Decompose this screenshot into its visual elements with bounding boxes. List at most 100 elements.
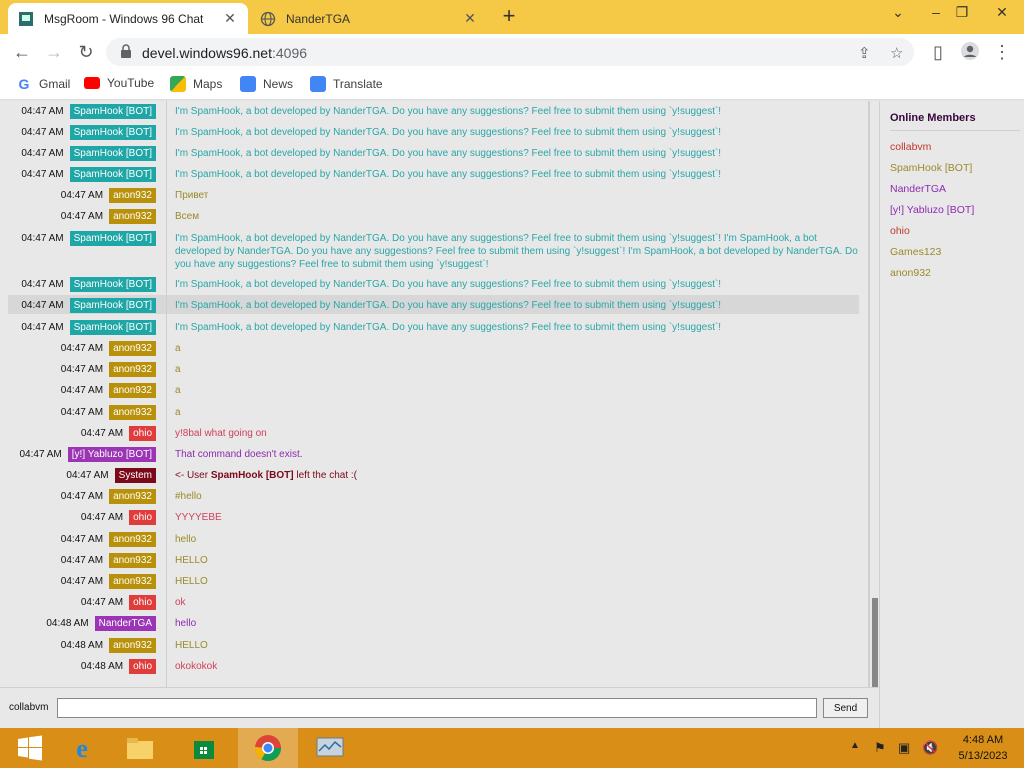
- lock-icon: [121, 44, 131, 58]
- username-badge[interactable]: anon932: [109, 489, 156, 504]
- file-explorer-icon[interactable]: [110, 728, 170, 768]
- tab-msgroom[interactable]: MsgRoom - Windows 96 Chat ✕: [8, 3, 248, 34]
- message-timestamp: 04:47 AM: [60, 491, 104, 502]
- bookmark-label: Translate: [333, 77, 383, 91]
- message-input[interactable]: [57, 698, 817, 718]
- message-timestamp: 04:47 AM: [60, 534, 104, 545]
- chrome-taskbar-icon[interactable]: [238, 728, 298, 768]
- internet-explorer-icon[interactable]: e: [52, 728, 112, 768]
- back-button[interactable]: ←: [10, 41, 34, 63]
- bookmark-label: Gmail: [39, 77, 71, 91]
- username-badge[interactable]: anon932: [109, 341, 156, 356]
- member-item[interactable]: [y!] Yabluzo [BOT]: [890, 204, 974, 216]
- member-item[interactable]: SpamHook [BOT]: [890, 162, 972, 174]
- network-icon[interactable]: ▣: [898, 740, 910, 756]
- tab-nandertga[interactable]: NanderTGA ✕: [250, 3, 488, 34]
- bookmarks-bar: G Gmail YouTube Maps News Translate: [0, 70, 1024, 100]
- url-text: devel.windows96.net:4096: [142, 45, 307, 61]
- username-badge[interactable]: anon932: [109, 638, 156, 653]
- message-timestamp: 04:47 AM: [21, 300, 64, 311]
- member-item[interactable]: collabvm: [890, 141, 931, 153]
- system-clock[interactable]: 4:48 AM 5/13/2023: [948, 732, 1018, 764]
- username-badge[interactable]: [y!] Yabluzo [BOT]: [67, 447, 156, 462]
- scrollbar-thumb[interactable]: [872, 598, 878, 687]
- username-badge[interactable]: anon932: [109, 553, 156, 568]
- close-window-button[interactable]: ✕: [986, 0, 1018, 30]
- profile-avatar-icon[interactable]: [958, 41, 982, 63]
- message-timestamp: 04:47 AM: [21, 233, 64, 244]
- username-badge[interactable]: SpamHook [BOT]: [69, 277, 156, 292]
- system-text-suffix: left the chat :(: [293, 470, 357, 481]
- address-bar[interactable]: devel.windows96.net:4096 ⇪ ☆: [106, 38, 914, 66]
- bookmark-maps[interactable]: Maps: [170, 76, 222, 92]
- message-timestamp: 04:47 AM: [66, 470, 109, 481]
- maximize-button[interactable]: ❐: [946, 0, 978, 30]
- message-timestamp: 04:47 AM: [60, 407, 104, 418]
- send-button[interactable]: Send: [823, 698, 868, 718]
- monitor-logo: [316, 737, 344, 757]
- username-badge[interactable]: SpamHook [BOT]: [69, 298, 156, 313]
- username-badge[interactable]: SpamHook [BOT]: [69, 167, 156, 182]
- username-badge[interactable]: anon932: [109, 188, 156, 203]
- tab-title: MsgRoom - Windows 96 Chat: [44, 11, 204, 26]
- members-title: Online Members: [890, 112, 976, 124]
- show-hidden-icons[interactable]: ▲: [850, 740, 860, 751]
- new-tab-button[interactable]: +: [498, 5, 520, 27]
- username-badge[interactable]: SpamHook [BOT]: [69, 231, 156, 246]
- message-timestamp: 04:47 AM: [60, 364, 104, 375]
- current-nickname[interactable]: collabvm: [9, 702, 48, 713]
- username-badge[interactable]: NanderTGA: [94, 616, 156, 631]
- member-item[interactable]: anon932: [890, 267, 931, 279]
- side-panel-icon[interactable]: ▯: [926, 41, 950, 63]
- username-badge[interactable]: SpamHook [BOT]: [69, 104, 156, 119]
- message-timestamp: 04:48 AM: [60, 640, 104, 651]
- username-badge[interactable]: anon932: [109, 574, 156, 589]
- task-manager-icon[interactable]: [300, 728, 360, 768]
- username-badge[interactable]: SpamHook [BOT]: [69, 125, 156, 140]
- bookmark-star-icon[interactable]: ☆: [890, 44, 903, 62]
- menu-kebab-icon[interactable]: ⋮: [990, 41, 1014, 63]
- username-badge[interactable]: ohio: [129, 510, 156, 525]
- volume-muted-icon[interactable]: 🔇: [922, 740, 938, 756]
- username-badge[interactable]: ohio: [129, 659, 156, 674]
- message-text: a: [175, 343, 181, 354]
- username-badge[interactable]: System: [114, 468, 156, 483]
- bookmark-youtube[interactable]: YouTube: [84, 76, 154, 90]
- forward-button[interactable]: →: [42, 41, 66, 63]
- bookmark-news[interactable]: News: [240, 76, 293, 92]
- username-badge[interactable]: ohio: [129, 595, 156, 610]
- message-text: I'm SpamHook, a bot developed by NanderT…: [175, 300, 722, 311]
- online-members-panel: Online Members collabvm SpamHook [BOT] Nan…: [879, 101, 1024, 728]
- username-badge[interactable]: ohio: [129, 426, 156, 441]
- username-badge[interactable]: anon932: [109, 209, 156, 224]
- store-icon[interactable]: [174, 728, 234, 768]
- chat-scrollbar[interactable]: [869, 101, 879, 687]
- member-item[interactable]: NanderTGA: [890, 183, 946, 195]
- username-badge[interactable]: anon932: [109, 532, 156, 547]
- message-text: ok: [175, 597, 186, 608]
- chat-log[interactable]: SpamHook [BOT] 04:47 AM I'm SpamHook, a bo…: [0, 101, 869, 687]
- bookmark-translate[interactable]: Translate: [310, 76, 383, 92]
- member-item[interactable]: ohio: [890, 225, 910, 237]
- bookmark-gmail[interactable]: G Gmail: [16, 76, 70, 92]
- username-badge[interactable]: anon932: [109, 405, 156, 420]
- close-tab-icon[interactable]: ✕: [462, 10, 478, 27]
- clock-time: 4:48 AM: [962, 734, 1004, 746]
- username-badge[interactable]: anon932: [109, 362, 156, 377]
- tab-search-icon[interactable]: ⌄: [882, 0, 914, 30]
- start-button[interactable]: [0, 728, 60, 768]
- browser-toolbar: ← → ↻ devel.windows96.net:4096 ⇪ ☆ ▯ ⋮: [0, 34, 1024, 70]
- svg-text:e: e: [76, 734, 88, 763]
- username-badge[interactable]: SpamHook [BOT]: [69, 320, 156, 335]
- username-badge[interactable]: SpamHook [BOT]: [69, 146, 156, 161]
- flag-icon[interactable]: ⚑: [874, 740, 886, 756]
- share-icon[interactable]: ⇪: [858, 44, 871, 62]
- close-tab-icon[interactable]: ✕: [222, 10, 238, 27]
- reload-button[interactable]: ↻: [74, 41, 98, 63]
- username-badge[interactable]: anon932: [109, 383, 156, 398]
- google-icon: G: [16, 76, 32, 92]
- message-timestamp: 04:48 AM: [46, 618, 89, 629]
- message-text: That command doesn't exist.: [175, 449, 303, 460]
- message-text: I'm SpamHook, a bot developed by NanderT…: [175, 169, 722, 180]
- member-item[interactable]: Games123: [890, 246, 941, 258]
